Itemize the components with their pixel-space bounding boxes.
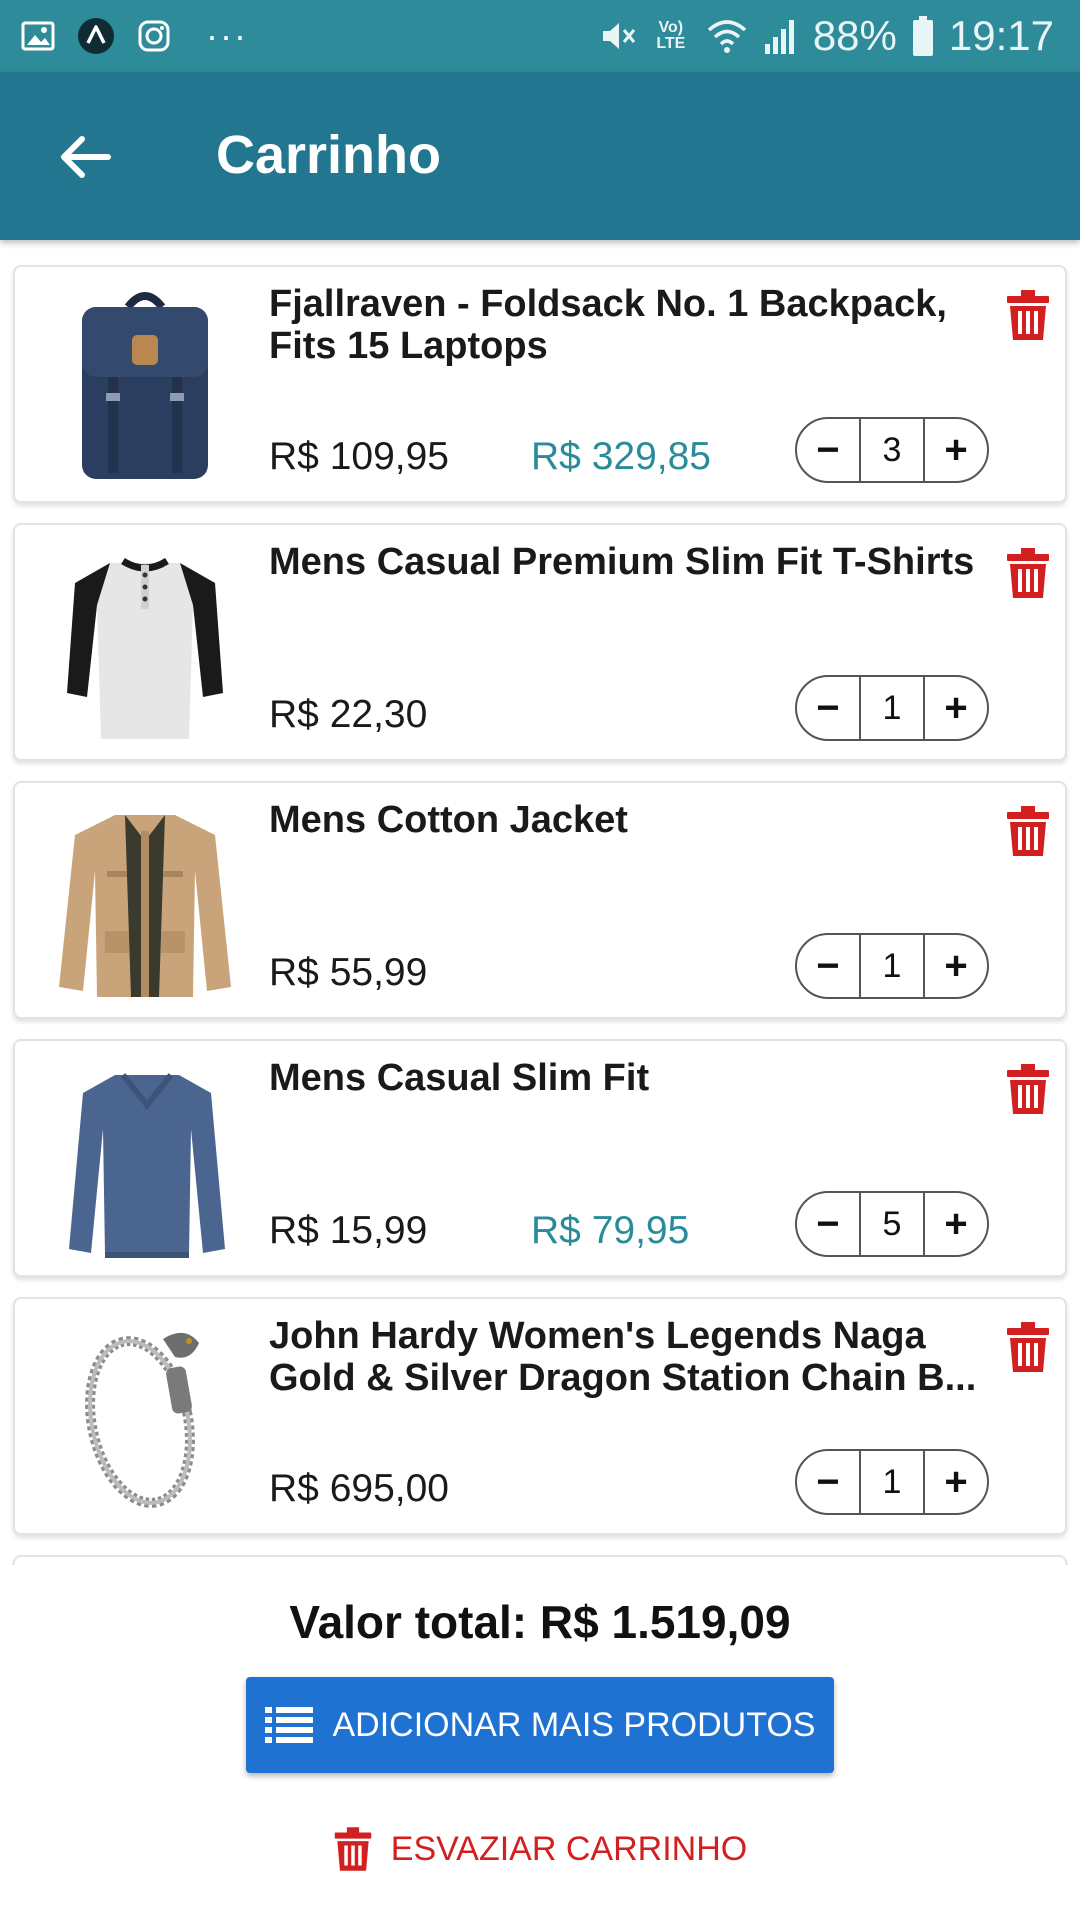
trash-icon bbox=[1007, 806, 1049, 856]
add-more-products-label: ADICIONAR MAIS PRODUTOS bbox=[332, 1705, 816, 1744]
add-more-products-button[interactable]: ADICIONAR MAIS PRODUTOS bbox=[246, 1677, 834, 1773]
quantity-value: 1 bbox=[859, 677, 925, 739]
trash-icon bbox=[1007, 1322, 1049, 1372]
arrow-left-icon bbox=[61, 136, 111, 178]
longsleeve-image bbox=[45, 1055, 245, 1263]
cart-item: Fjallraven - Foldsack No. 1 Backpack, Fi… bbox=[13, 265, 1067, 503]
instagram-icon bbox=[136, 18, 172, 54]
remove-item-button[interactable] bbox=[1005, 289, 1051, 341]
cart-list[interactable]: Fjallraven - Foldsack No. 1 Backpack, Fi… bbox=[0, 240, 1080, 1565]
tshirt-image bbox=[45, 539, 245, 747]
wifi-icon bbox=[705, 16, 749, 56]
remove-item-button[interactable] bbox=[1005, 805, 1051, 857]
page-title: Carrinho bbox=[216, 125, 442, 185]
unit-price: R$ 15,99 bbox=[269, 1209, 428, 1252]
product-name: Fjallraven - Foldsack No. 1 Backpack, Fi… bbox=[269, 283, 947, 367]
quantity-value: 3 bbox=[859, 419, 925, 481]
notification-icons: ··· bbox=[20, 15, 248, 56]
increase-quantity-button[interactable]: + bbox=[925, 1193, 987, 1255]
trash-icon bbox=[1007, 290, 1049, 340]
mute-icon bbox=[597, 16, 637, 56]
line-total-price: R$ 329,85 bbox=[531, 435, 711, 478]
signal-icon bbox=[763, 16, 799, 56]
app-bar: Carrinho bbox=[0, 72, 1080, 240]
cart-item-partial bbox=[13, 1555, 1067, 1565]
list-icon bbox=[264, 1707, 313, 1743]
decrease-quantity-button[interactable]: − bbox=[797, 677, 859, 739]
cart-total: Valor total: R$ 1.519,09 bbox=[289, 1596, 791, 1648]
cart-item: Mens Casual Slim Fit R$ 15,99 R$ 79,95 −… bbox=[13, 1039, 1067, 1277]
increase-quantity-button[interactable]: + bbox=[925, 1451, 987, 1513]
line-total-price: R$ 79,95 bbox=[531, 1209, 690, 1252]
decrease-quantity-button[interactable]: − bbox=[797, 1451, 859, 1513]
quantity-stepper: − 3 + bbox=[795, 417, 989, 483]
decrease-quantity-button[interactable]: − bbox=[797, 1193, 859, 1255]
back-button[interactable] bbox=[50, 122, 120, 192]
backpack-image bbox=[45, 281, 245, 489]
gallery-icon bbox=[20, 18, 56, 54]
trash-icon bbox=[1007, 1064, 1049, 1114]
decrease-quantity-button[interactable]: − bbox=[797, 419, 859, 481]
empty-cart-label: ESVAZIAR CARRINHO bbox=[390, 1829, 748, 1868]
product-name: Mens Cotton Jacket bbox=[269, 799, 628, 841]
more-notifications-icon: ··· bbox=[206, 15, 248, 56]
quantity-stepper: − 5 + bbox=[795, 1191, 989, 1257]
product-name: John Hardy Women's Legends Naga Gold & S… bbox=[269, 1315, 977, 1399]
cart-item: Mens Casual Premium Slim Fit T-Shirts R$… bbox=[13, 523, 1067, 761]
empty-cart-button[interactable]: ESVAZIAR CARRINHO bbox=[330, 1817, 750, 1881]
decrease-quantity-button[interactable]: − bbox=[797, 935, 859, 997]
cart-footer: Valor total: R$ 1.519,09 ADICIONAR MAIS … bbox=[0, 1565, 1080, 1920]
unit-price: R$ 22,30 bbox=[269, 693, 428, 736]
product-name: Mens Casual Slim Fit bbox=[269, 1057, 650, 1099]
remove-item-button[interactable] bbox=[1005, 547, 1051, 599]
unit-price: R$ 695,00 bbox=[269, 1467, 449, 1510]
quantity-stepper: − 1 + bbox=[795, 933, 989, 999]
cart-item: John Hardy Women's Legends Naga Gold & S… bbox=[13, 1297, 1067, 1535]
remove-item-button[interactable] bbox=[1005, 1321, 1051, 1373]
quantity-stepper: − 1 + bbox=[795, 1449, 989, 1515]
increase-quantity-button[interactable]: + bbox=[925, 419, 987, 481]
clock: 19:17 bbox=[948, 12, 1054, 59]
increase-quantity-button[interactable]: + bbox=[925, 677, 987, 739]
quantity-stepper: − 1 + bbox=[795, 675, 989, 741]
bracelet-image bbox=[45, 1313, 245, 1521]
battery-level: 88% bbox=[812, 12, 897, 59]
unit-price: R$ 55,99 bbox=[269, 951, 428, 994]
status-bar: ··· Vo) LTE 88% 19:17 bbox=[0, 0, 1080, 72]
unit-price: R$ 109,95 bbox=[269, 435, 449, 478]
remove-item-button[interactable] bbox=[1005, 1063, 1051, 1115]
jacket-image bbox=[45, 797, 245, 1005]
trash-icon bbox=[334, 1827, 372, 1871]
trash-icon bbox=[1007, 548, 1049, 598]
system-icons: Vo) LTE 88% 19:17 bbox=[597, 10, 1054, 62]
increase-quantity-button[interactable]: + bbox=[925, 935, 987, 997]
battery-icon bbox=[911, 15, 935, 57]
quantity-value: 1 bbox=[859, 935, 925, 997]
product-name: Mens Casual Premium Slim Fit T-Shirts bbox=[269, 541, 975, 583]
quantity-value: 1 bbox=[859, 1451, 925, 1513]
cart-item: Mens Cotton Jacket R$ 55,99 − 1 + bbox=[13, 781, 1067, 1019]
volte-icon: Vo) LTE bbox=[656, 19, 686, 52]
app-notification-icon bbox=[76, 16, 116, 56]
quantity-value: 5 bbox=[859, 1193, 925, 1255]
